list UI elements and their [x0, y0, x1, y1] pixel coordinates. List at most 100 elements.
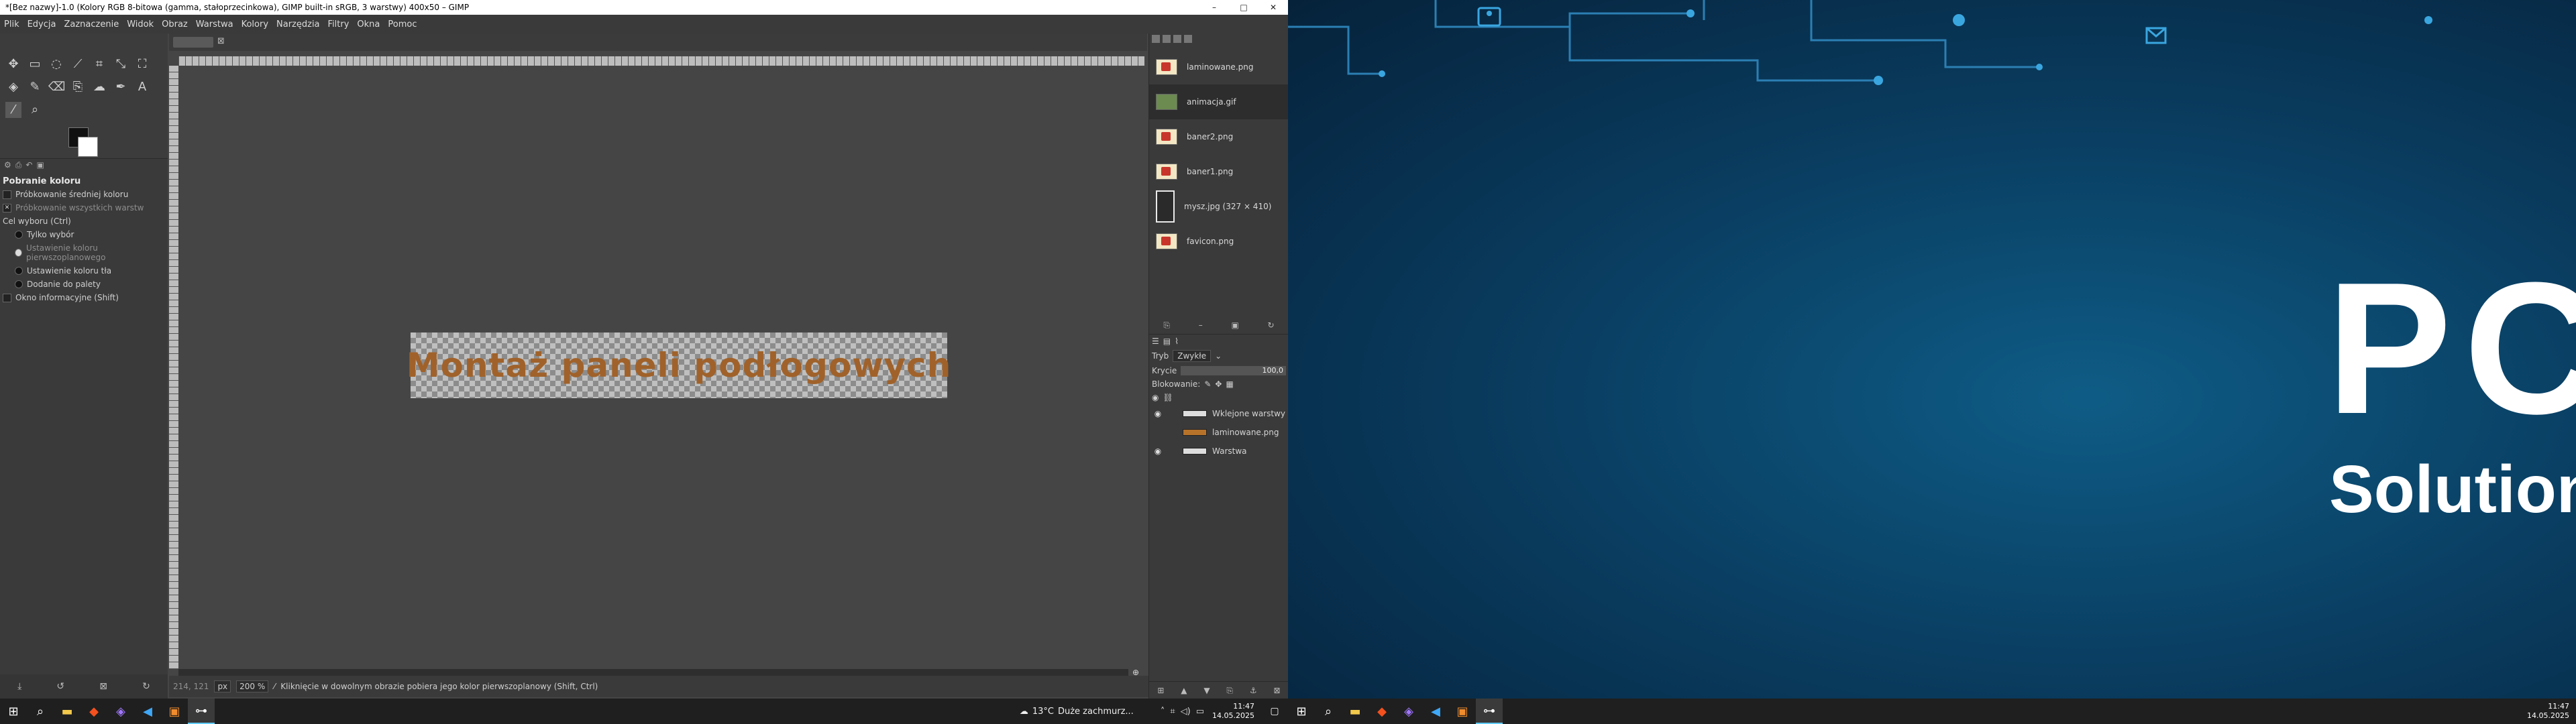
info-window-checkbox[interactable] — [3, 293, 11, 302]
paintbrush-icon[interactable]: ✎ — [27, 79, 43, 95]
dock-tab-icon[interactable] — [1173, 35, 1181, 43]
tool-options-tab-icon[interactable]: ⚙ — [4, 160, 11, 174]
battery-icon[interactable]: ▭ — [1196, 707, 1204, 717]
layer-row[interactable]: laminowane.png — [1149, 423, 1288, 442]
chevron-up-icon[interactable]: ˄ — [1161, 707, 1165, 717]
opacity-slider[interactable]: 100,0 — [1181, 366, 1286, 375]
clock[interactable]: 11:47 14.05.2025 — [1212, 702, 1254, 721]
background-color[interactable] — [78, 137, 98, 157]
new-layer-icon[interactable]: ⊞ — [1157, 686, 1164, 695]
dock-tab-icon[interactable] — [1184, 35, 1192, 43]
vscode-icon[interactable]: ◀ — [134, 699, 161, 724]
reset-options-icon[interactable]: ↻ — [142, 681, 150, 692]
lock-position-icon[interactable]: ✥ — [1215, 379, 1222, 389]
volume-icon[interactable]: ◁) — [1181, 707, 1191, 717]
lock-pixels-icon[interactable]: ✎ — [1204, 379, 1211, 389]
menu-colors[interactable]: Kolory — [237, 19, 272, 29]
brave-browser-icon[interactable]: ◆ — [1368, 699, 1395, 724]
vertical-ruler[interactable] — [169, 66, 178, 669]
maximize-button[interactable]: □ — [1229, 0, 1258, 15]
visual-studio-icon[interactable]: ◈ — [107, 699, 134, 724]
eraser-icon[interactable]: ⌫ — [48, 79, 65, 95]
remove-icon[interactable]: – — [1199, 320, 1203, 330]
dock-tab-icon[interactable] — [1152, 35, 1160, 43]
eye-icon[interactable]: ◉ — [1153, 446, 1163, 456]
new-display-icon[interactable]: ▣ — [1231, 320, 1238, 330]
image-list-item[interactable]: baner2.png — [1149, 119, 1288, 154]
menu-file[interactable]: Plik — [0, 19, 23, 29]
channels-tab-icon[interactable]: ▤ — [1163, 337, 1171, 346]
menu-help[interactable]: Pomoc — [384, 19, 421, 29]
lower-layer-icon[interactable]: ▼ — [1203, 686, 1210, 695]
image-list-item[interactable]: laminowane.png — [1149, 50, 1288, 84]
unit-select[interactable]: px — [214, 680, 231, 692]
file-explorer-icon[interactable]: ▬ — [1342, 699, 1368, 724]
search-icon[interactable]: ⌕ — [1315, 699, 1342, 724]
minimize-button[interactable]: – — [1199, 0, 1229, 15]
brave-browser-icon[interactable]: ◆ — [80, 699, 107, 724]
clock[interactable]: 11:47 14.05.2025 — [2527, 702, 2569, 721]
chain-icon[interactable] — [1168, 446, 1177, 456]
fuzzy-select-icon[interactable]: ⟋ — [70, 56, 86, 72]
raise-display-icon[interactable]: ⎘ — [1163, 320, 1170, 330]
rect-select-icon[interactable]: ▭ — [27, 56, 43, 72]
tab-close-icon[interactable]: ⊠ — [217, 36, 225, 46]
smudge-icon[interactable]: ☁ — [91, 79, 107, 95]
horizontal-ruler[interactable] — [178, 56, 1144, 66]
target-pick-only[interactable]: Tylko wybór — [0, 228, 168, 241]
visual-studio-icon[interactable]: ◈ — [1395, 699, 1422, 724]
menu-edit[interactable]: Edycja — [23, 19, 60, 29]
search-icon[interactable]: ⌕ — [27, 699, 54, 724]
vscode-icon[interactable]: ◀ — [1422, 699, 1449, 724]
chain-icon[interactable] — [1168, 428, 1177, 437]
windows-start-icon[interactable]: ⊞ — [1288, 699, 1315, 724]
menu-image[interactable]: Obraz — [158, 19, 192, 29]
zoom-icon[interactable]: ⌕ — [27, 102, 43, 118]
menu-layer[interactable]: Warstwa — [192, 19, 237, 29]
device-status-tab-icon[interactable]: ⎙ — [15, 160, 22, 174]
raise-layer-icon[interactable]: ▲ — [1181, 686, 1187, 695]
mode-select[interactable]: Zwykłe — [1173, 350, 1212, 362]
radio-set-bg[interactable] — [15, 267, 23, 275]
bucket-fill-icon[interactable]: ◈ — [5, 79, 21, 95]
unified-transform-icon[interactable]: ⤡ — [113, 56, 129, 72]
app-icon[interactable]: ▣ — [161, 699, 188, 724]
eye-icon[interactable] — [1153, 428, 1163, 437]
color-picker-icon[interactable]: ⁄ — [5, 102, 21, 118]
anchor-layer-icon[interactable]: ⚓ — [1250, 686, 1257, 695]
menu-tools[interactable]: Narzędzia — [272, 19, 324, 29]
sample-merged-option[interactable]: ✕ Próbkowanie wszystkich warstw — [0, 201, 168, 215]
zoom-select[interactable]: 200 % — [236, 680, 269, 692]
restore-options-icon[interactable]: ↺ — [56, 681, 64, 692]
menu-filters[interactable]: Filtry — [324, 19, 354, 29]
image-tab[interactable] — [173, 37, 213, 48]
radio-set-fg[interactable] — [15, 249, 23, 257]
crop-icon[interactable]: ⌗ — [91, 56, 107, 72]
move-tool-icon[interactable]: ✥ — [5, 56, 21, 72]
target-add-palette[interactable]: Dodanie do palety — [0, 278, 168, 291]
images-tab-icon[interactable]: ▣ — [36, 160, 44, 174]
file-explorer-icon[interactable]: ▬ — [54, 699, 80, 724]
gimp-taskbar-icon[interactable]: ⊶ — [188, 699, 215, 724]
network-icon[interactable]: ⌗ — [1170, 707, 1175, 717]
windows-start-icon[interactable]: ⊞ — [0, 699, 27, 724]
clone-icon[interactable]: ⎘ — [70, 79, 86, 95]
layer-row[interactable]: ◉ Warstwa — [1149, 442, 1288, 461]
eye-icon[interactable]: ◉ — [1153, 409, 1163, 418]
image-canvas[interactable]: Montaż paneli podłogowych — [407, 333, 951, 398]
image-list-item[interactable]: favicon.png — [1149, 224, 1288, 259]
target-set-fg[interactable]: Ustawienie koloru pierwszoplanowego — [0, 241, 168, 264]
text-tool-icon[interactable]: A — [134, 79, 150, 95]
info-window-option[interactable]: Okno informacyjne (Shift) — [0, 291, 168, 304]
paths-icon[interactable]: ✒ — [113, 79, 129, 95]
chevron-down-icon[interactable]: ⌄ — [1215, 351, 1222, 361]
close-button[interactable]: ✕ — [1258, 0, 1288, 15]
sample-average-checkbox[interactable] — [3, 190, 11, 199]
target-set-bg[interactable]: Ustawienie koloru tła — [0, 264, 168, 278]
undo-history-tab-icon[interactable]: ↶ — [25, 160, 32, 174]
app-icon[interactable]: ▣ — [1449, 699, 1476, 724]
delete-options-icon[interactable]: ⊠ — [99, 681, 107, 692]
notifications-icon[interactable]: ▢ — [1261, 699, 1288, 724]
gimp-taskbar-icon[interactable]: ⊶ — [1476, 699, 1503, 724]
horizontal-scrollbar[interactable] — [178, 669, 1128, 676]
